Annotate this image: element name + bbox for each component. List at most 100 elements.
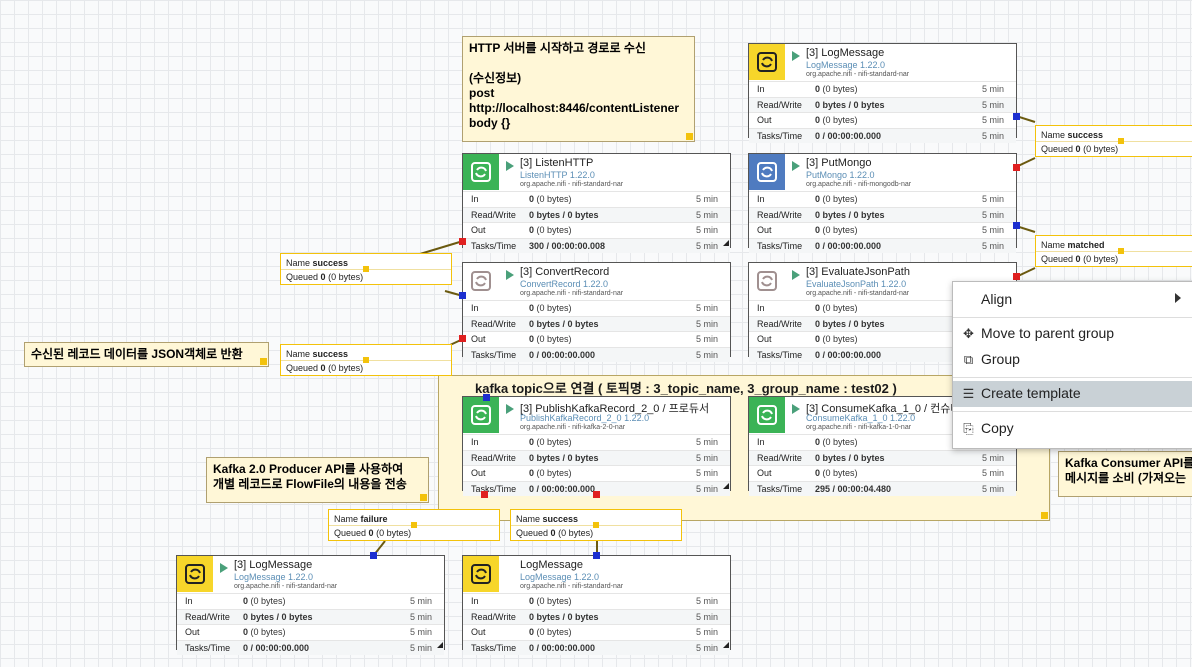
run-status-icon xyxy=(792,161,800,171)
stat-window: 5 min xyxy=(695,303,718,313)
processor-bundle: org.apache.nifi - nifi-kafka-2-0-nar xyxy=(520,424,626,431)
label-json[interactable]: 수신된 레코드 데이터를 JSON객체로 반환 xyxy=(24,342,269,367)
connection-port[interactable] xyxy=(459,292,466,299)
processor-logmessage-bottom[interactable]: LogMessage LogMessage 1.22.0 org.apache.… xyxy=(462,555,731,655)
conn-name: success xyxy=(312,349,349,359)
stat-key-out: Out xyxy=(757,225,772,235)
connection-port[interactable] xyxy=(481,491,488,498)
processor-publishkafka[interactable]: [3] PublishKafkaRecord_2_0 / 프로듀서 Publis… xyxy=(462,396,731,496)
stat-tasks: 0 / 00:00:00.000 xyxy=(815,240,882,251)
resize-handle[interactable] xyxy=(686,133,693,140)
label-consumer[interactable]: Kafka Consumer API를 메시지를 소비 (가져오는 xyxy=(1058,451,1192,497)
run-status-icon xyxy=(220,563,228,573)
stat-key-out: Out xyxy=(185,627,200,637)
stat-in-count: 0 xyxy=(529,303,535,313)
resize-handle[interactable] xyxy=(723,483,729,489)
label-http-line1: HTTP 서버를 시작하고 경로로 수신 xyxy=(469,41,646,55)
connection-port[interactable] xyxy=(593,491,600,498)
connection-port[interactable] xyxy=(1013,222,1020,229)
resize-handle[interactable] xyxy=(723,642,729,648)
stat-key-in: In xyxy=(757,303,765,313)
processor-name: [3] PutMongo xyxy=(806,157,872,169)
connection-port[interactable] xyxy=(1013,113,1020,120)
processor-type: LogMessage 1.22.0 xyxy=(520,572,600,582)
label-http-line3: post xyxy=(469,86,495,100)
menu-item-move-to-parent[interactable]: ✥ Move to parent group xyxy=(953,321,1192,347)
connection-port[interactable] xyxy=(459,238,466,245)
processor-bundle: org.apache.nifi - nifi-standard-nar xyxy=(806,71,910,78)
stat-key-tasks: Tasks/Time xyxy=(757,240,803,251)
label-consumer-line1: Kafka Consumer API를 xyxy=(1065,456,1192,470)
menu-item-label: Align xyxy=(981,291,1013,307)
stat-key-tasks: Tasks/Time xyxy=(471,240,517,251)
stat-key-tasks: Tasks/Time xyxy=(471,483,517,494)
stat-window: 5 min xyxy=(981,468,1004,478)
connection-matched-right[interactable]: Name matched Queued 0 (0 bytes) xyxy=(1035,235,1192,267)
stat-rw: 0 bytes / 0 bytes xyxy=(529,318,599,329)
processor-logmessage-top[interactable]: [3] LogMessage LogMessage 1.22.0 org.apa… xyxy=(748,43,1017,143)
conn-count: 0 xyxy=(320,272,326,282)
chevron-right-icon xyxy=(1175,293,1181,303)
resize-handle[interactable] xyxy=(1041,512,1048,519)
processor-logmessage-bottom-left[interactable]: [3] LogMessage LogMessage 1.22.0 org.apa… xyxy=(176,555,445,655)
label-producer[interactable]: Kafka 2.0 Producer API를 사용하여 개별 레코드로 Flo… xyxy=(206,457,429,503)
processor-stats: In 0 (0 bytes) 5 min Read/Write 0 bytes / 0… xyxy=(463,191,730,253)
conn-bytes: (0 bytes) xyxy=(1083,254,1119,264)
connection-port[interactable] xyxy=(370,552,377,559)
menu-separator xyxy=(953,377,1192,378)
connection-failure[interactable]: Name failure Queued 0 (0 bytes) xyxy=(328,509,500,541)
connection-success-convert[interactable]: Name success Queued 0 (0 bytes) xyxy=(280,344,452,376)
resize-handle[interactable] xyxy=(260,358,267,365)
processor-putmongo[interactable]: [3] PutMongo PutMongo 1.22.0 org.apache.… xyxy=(748,153,1017,253)
stat-key-rw: Read/Write xyxy=(185,611,230,622)
resize-handle[interactable] xyxy=(437,642,443,648)
processor-stats: In 0 (0 bytes) 5 min Read/Write 0 bytes / 0… xyxy=(749,81,1016,143)
conn-count: 0 xyxy=(368,528,374,538)
stat-out-bytes: (0 bytes) xyxy=(822,115,858,125)
stat-window: 5 min xyxy=(981,483,1004,494)
connection-port[interactable] xyxy=(483,394,490,401)
stat-rw: 0 bytes / 0 bytes xyxy=(815,452,885,463)
stat-out-count: 0 xyxy=(529,468,535,478)
connection-success-listen[interactable]: Name success Queued 0 (0 bytes) xyxy=(280,253,452,285)
resize-handle[interactable] xyxy=(420,494,427,501)
processor-bundle: org.apache.nifi - nifi-mongodb-nar xyxy=(806,181,912,188)
processor-listenhttp[interactable]: [3] ListenHTTP ListenHTTP 1.22.0 org.apa… xyxy=(462,153,731,253)
stat-window: 5 min xyxy=(981,84,1004,94)
move-icon: ✥ xyxy=(963,326,974,341)
connection-success-bottom[interactable]: Name success Queued 0 (0 bytes) xyxy=(510,509,682,541)
label-http-line4: http://localhost:8446/contentListener xyxy=(469,101,680,115)
conn-name: matched xyxy=(1067,240,1105,250)
menu-item-create-template[interactable]: ☰ Create template xyxy=(953,381,1192,407)
stat-out-count: 0 xyxy=(815,225,821,235)
run-status-icon xyxy=(792,270,800,280)
stat-in-count: 0 xyxy=(815,194,821,204)
stat-in-bytes: (0 bytes) xyxy=(536,437,572,447)
menu-item-align[interactable]: Align xyxy=(953,287,1192,313)
connection-port[interactable] xyxy=(1013,273,1020,280)
conn-name-key: Name xyxy=(286,258,311,268)
processor-convertrecord[interactable]: [3] ConvertRecord ConvertRecord 1.22.0 o… xyxy=(462,262,731,362)
conn-name: success xyxy=(312,258,349,268)
connection-success-right[interactable]: Name success Queued 0 (0 bytes) xyxy=(1035,125,1192,157)
stat-key-in: In xyxy=(757,437,765,447)
menu-item-group[interactable]: ⧉ Group xyxy=(953,347,1192,373)
stat-in-bytes: (0 bytes) xyxy=(822,84,858,94)
resize-handle[interactable] xyxy=(723,240,729,246)
label-http[interactable]: HTTP 서버를 시작하고 경로로 수신 (수신정보) post http://… xyxy=(462,36,695,142)
stat-tasks: 0 / 00:00:00.000 xyxy=(815,349,882,360)
menu-item-copy[interactable]: ⎘ Copy xyxy=(953,416,1192,442)
stat-in-count: 0 xyxy=(529,596,535,606)
connection-port[interactable] xyxy=(1013,164,1020,171)
menu-separator xyxy=(953,317,1192,318)
stat-key-in: In xyxy=(471,437,479,447)
flow-canvas[interactable]: kafka topic으로 연결 ( 토픽명 : 3_topic_name, 3… xyxy=(0,0,1192,667)
menu-item-label: Create template xyxy=(981,385,1081,401)
stat-key-in: In xyxy=(471,194,479,204)
stat-rw: 0 bytes / 0 bytes xyxy=(529,209,599,220)
conn-count: 0 xyxy=(320,363,326,373)
run-status-icon xyxy=(506,270,514,280)
connection-port[interactable] xyxy=(459,335,466,342)
stat-key-rw: Read/Write xyxy=(757,452,802,463)
connection-port[interactable] xyxy=(593,552,600,559)
